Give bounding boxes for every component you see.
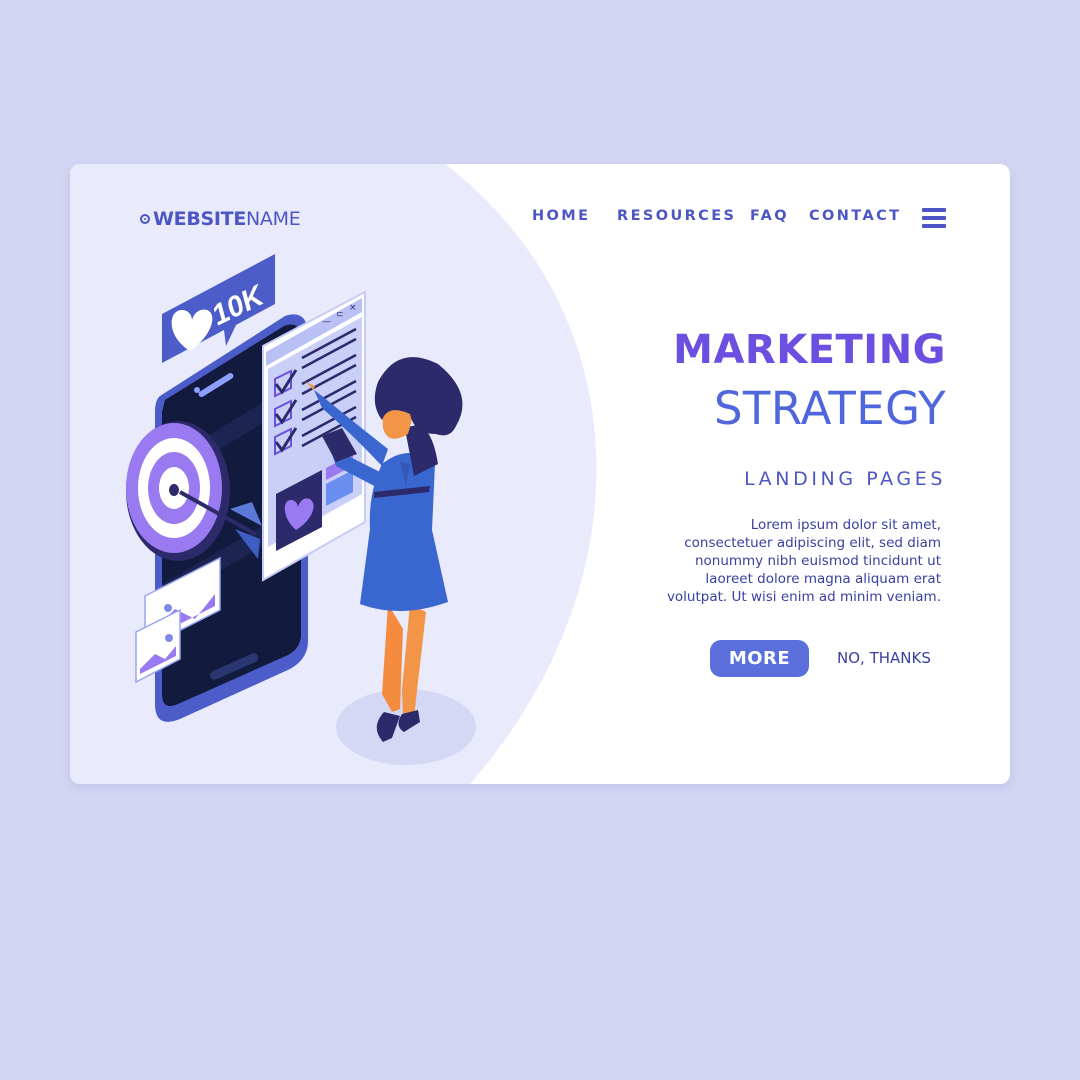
body-line: laoreet dolore magna aliquam erat [705, 571, 941, 587]
body-line: nonummy nibh euismod tincidunt ut [694, 553, 941, 569]
more-button[interactable]: MORE [710, 640, 809, 677]
body-line: Lorem ipsum dolor sit amet, [750, 517, 941, 533]
link-icon: ⊂ [336, 310, 344, 320]
hero-body-text: Lorem ipsum dolor sit amet, consectetuer… [651, 516, 941, 606]
minimize-icon: — [322, 317, 331, 327]
no-thanks-link[interactable]: NO, THANKS [837, 649, 931, 667]
logo-bold-text: WEBSITE [153, 208, 247, 230]
nav-home[interactable]: HOME [532, 208, 590, 224]
target-dot-icon [140, 214, 150, 224]
landing-card: 10K — ⊂ × WEBSITE NAME HOME RESOURCES FA… [70, 164, 1010, 784]
body-line: volutpat. Ut wisi enim ad minim veniam. [666, 589, 941, 605]
hero-title-line2: STRATEGY [713, 382, 946, 435]
body-line: consectetuer adipiscing elit, sed diam [684, 535, 941, 551]
hero-title-line1: MARKETING [673, 327, 946, 373]
site-logo[interactable]: WEBSITE NAME [140, 206, 301, 232]
nav-resources[interactable]: RESOURCES [617, 208, 736, 224]
menu-icon[interactable] [922, 208, 946, 230]
hero-subtitle: LANDING PAGES [744, 468, 946, 490]
nav-faq[interactable]: FAQ [750, 208, 789, 224]
close-icon: × [349, 303, 357, 313]
logo-light-text: NAME [246, 208, 301, 230]
nav-contact[interactable]: CONTACT [809, 208, 901, 224]
